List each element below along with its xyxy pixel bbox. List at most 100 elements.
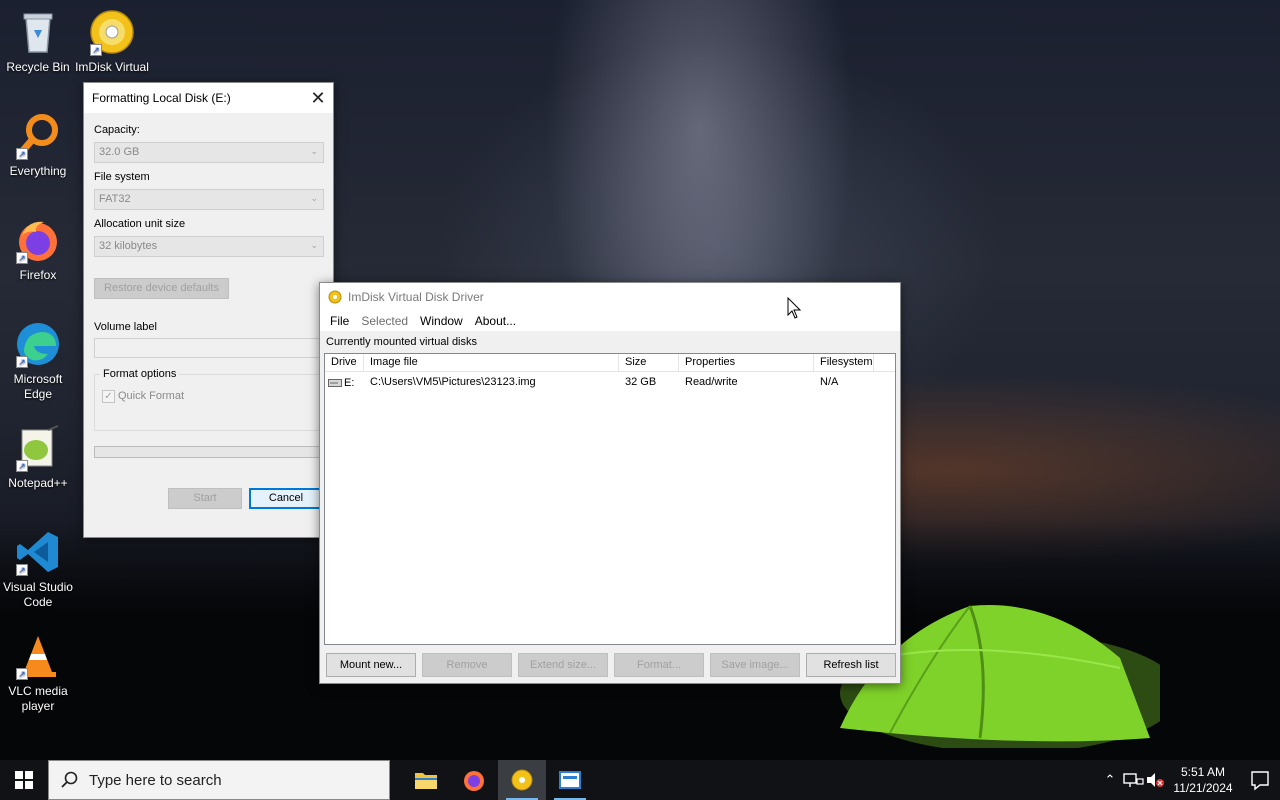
taskbar-format-dialog[interactable] — [546, 760, 594, 800]
shortcut-arrow-icon: ↗ — [16, 148, 28, 160]
chevron-down-icon: ⌄ — [310, 193, 318, 203]
capacity-select[interactable]: 32.0 GB ⌄ — [94, 142, 324, 163]
desktop-icon-label: Recycle Bin — [6, 60, 70, 74]
restore-defaults-button[interactable]: Restore device defaults — [94, 278, 229, 299]
format-progress-bar — [94, 446, 324, 458]
extend-size-button[interactable]: Extend size... — [518, 653, 608, 677]
imdisk-menubar: File Selected Window About... — [320, 311, 900, 331]
window-app-icon — [559, 771, 581, 789]
taskbar-firefox[interactable] — [450, 760, 498, 800]
disc-icon — [511, 769, 533, 791]
mounted-disks-list[interactable]: Drive Image file Size Properties Filesys… — [324, 353, 896, 645]
row-drive: E: — [344, 377, 355, 389]
mouse-cursor-icon — [787, 297, 801, 319]
table-row[interactable]: E: C:\Users\VM5\Pictures\23123.img 32 GB… — [325, 374, 895, 392]
network-icon[interactable] — [1122, 771, 1144, 789]
chevron-up-icon[interactable]: ⌃ — [1098, 772, 1122, 788]
menu-selected[interactable]: Selected — [355, 314, 414, 328]
desktop-icon-vscode[interactable]: ↗ Visual Studio Code — [0, 528, 76, 610]
allocation-label: Allocation unit size — [94, 218, 186, 230]
shortcut-arrow-icon: ↗ — [90, 44, 102, 56]
column-header-filesystem[interactable]: Filesystem — [814, 354, 874, 371]
folder-icon — [415, 773, 437, 789]
save-image-button[interactable]: Save image... — [710, 653, 800, 677]
system-tray: ⌃ 5:51 AM 11/21/2024 — [1098, 760, 1280, 800]
taskbar-imdisk[interactable] — [498, 760, 546, 800]
desktop-icon-firefox[interactable]: ↗ Firefox — [0, 216, 76, 283]
desktop-icon-label: Microsoft Edge — [13, 372, 63, 401]
firefox-icon — [464, 771, 484, 791]
volume-label-label: Volume label — [94, 321, 157, 333]
shortcut-arrow-icon: ↗ — [16, 668, 28, 680]
row-size: 32 GB — [625, 376, 657, 388]
taskbar-file-explorer[interactable] — [402, 760, 450, 800]
shortcut-arrow-icon: ↗ — [16, 356, 28, 368]
row-filesystem: N/A — [820, 376, 839, 388]
desktop-icon-recycle-bin[interactable]: Recycle Bin — [0, 8, 76, 75]
format-button[interactable]: Format... — [614, 653, 704, 677]
menu-window[interactable]: Window — [414, 314, 469, 328]
clock-time: 5:51 AM — [1180, 765, 1226, 779]
cancel-button[interactable]: Cancel — [249, 488, 323, 509]
column-header-properties[interactable]: Properties — [679, 354, 814, 371]
list-header: Drive Image file Size Properties Filesys… — [325, 354, 895, 372]
taskbar: Type here to search ⌃ 5:51 AM 11/21/2024 — [0, 760, 1280, 800]
desktop-icon-label: Firefox — [19, 268, 57, 282]
chevron-down-icon: ⌄ — [310, 146, 318, 156]
shortcut-arrow-icon: ↗ — [16, 460, 28, 472]
desktop-icon-label: Notepad++ — [8, 476, 68, 490]
desktop-icon-imdisk[interactable]: ↗ ImDisk Virtual Di... — [74, 8, 150, 75]
imdisk-disc-icon — [328, 290, 342, 304]
taskbar-search-box[interactable]: Type here to search — [48, 760, 390, 800]
desktop-icon-notepadpp[interactable]: ↗ Notepad++ — [0, 424, 76, 491]
quick-format-label: Quick Format — [118, 390, 185, 402]
remove-button[interactable]: Remove — [422, 653, 512, 677]
taskbar-clock[interactable]: 5:51 AM 11/21/2024 — [1166, 764, 1240, 796]
row-properties: Read/write — [685, 376, 738, 388]
desktop-icon-label: VLC media player — [8, 684, 68, 713]
shortcut-arrow-icon: ↗ — [16, 252, 28, 264]
search-icon — [61, 771, 78, 788]
format-options-group — [94, 374, 324, 431]
chevron-down-icon: ⌄ — [310, 240, 318, 250]
mounted-disks-label: Currently mounted virtual disks — [326, 336, 478, 348]
column-header-drive[interactable]: Drive — [325, 354, 364, 371]
allocation-select[interactable]: 32 kilobytes ⌄ — [94, 236, 324, 257]
windows-logo-icon — [15, 771, 33, 789]
format-dialog-titlebar[interactable]: Formatting Local Disk (E:) ✕ — [84, 83, 333, 113]
imdisk-window: ImDisk Virtual Disk Driver File Selected… — [319, 282, 901, 684]
desktop-icon-label: ImDisk Virtual Di... — [75, 60, 149, 74]
shortcut-arrow-icon: ↗ — [16, 564, 28, 576]
format-dialog-title: Formatting Local Disk (E:) — [92, 91, 231, 105]
filesystem-select[interactable]: FAT32 ⌄ — [94, 189, 324, 210]
capacity-label: Capacity: — [94, 124, 140, 136]
volume-muted-icon[interactable] — [1144, 771, 1166, 789]
mount-new-button[interactable]: Mount new... — [326, 653, 416, 677]
desktop-icon-vlc[interactable]: ↗ VLC media player — [0, 632, 76, 714]
search-placeholder: Type here to search — [89, 771, 222, 789]
menu-file[interactable]: File — [324, 314, 355, 328]
drive-icon — [328, 379, 342, 387]
desktop-icon-label: Everything — [9, 164, 67, 178]
notification-icon[interactable] — [1240, 760, 1280, 800]
close-icon[interactable]: ✕ — [303, 83, 333, 113]
format-options-label: Format options — [100, 368, 180, 380]
start-button[interactable]: Start — [168, 488, 242, 509]
format-dialog: Formatting Local Disk (E:) ✕ Capacity: 3… — [83, 82, 334, 538]
desktop-icon-label: Visual Studio Code — [3, 580, 73, 609]
recycle-bin-icon — [23, 13, 53, 53]
row-image-file: C:\Users\VM5\Pictures\23123.img — [370, 376, 536, 388]
start-button[interactable] — [0, 760, 48, 800]
clock-date: 11/21/2024 — [1173, 781, 1233, 795]
quick-format-checkbox[interactable]: ✓ — [102, 390, 115, 403]
column-header-size[interactable]: Size — [619, 354, 679, 371]
filesystem-label: File system — [94, 171, 150, 183]
imdisk-title: ImDisk Virtual Disk Driver — [348, 290, 484, 304]
menu-about[interactable]: About... — [469, 314, 522, 328]
refresh-list-button[interactable]: Refresh list — [806, 653, 896, 677]
volume-label-input[interactable] — [94, 338, 324, 358]
imdisk-titlebar[interactable]: ImDisk Virtual Disk Driver — [320, 283, 900, 311]
column-header-image-file[interactable]: Image file — [364, 354, 619, 371]
desktop-icon-edge[interactable]: ↗ Microsoft Edge — [0, 320, 76, 402]
desktop-icon-everything[interactable]: ↗ Everything — [0, 112, 76, 179]
